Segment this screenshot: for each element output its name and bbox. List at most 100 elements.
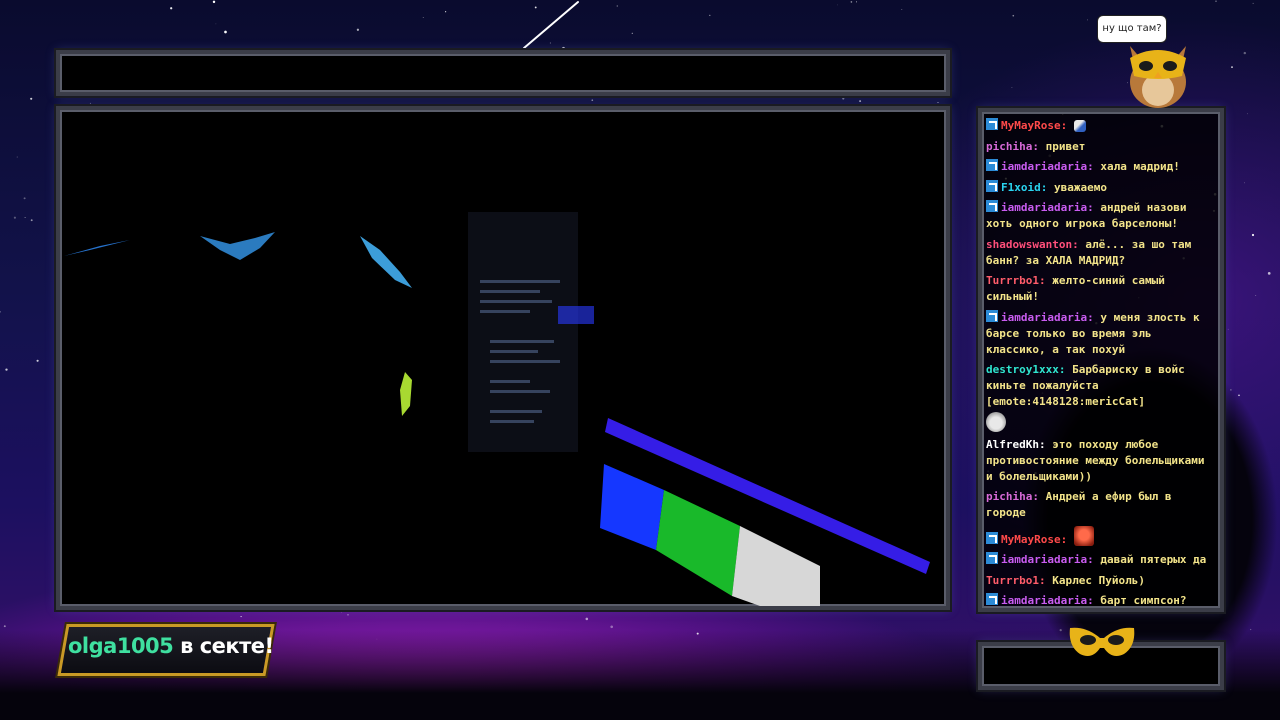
star (24, 217, 26, 219)
chat-username[interactable]: iamdariadaria (1001, 594, 1087, 607)
chat-username[interactable]: iamdariadaria (1001, 201, 1087, 214)
gold-mask-logo-icon (1069, 627, 1135, 656)
star (837, 4, 839, 6)
chat-username[interactable]: F1xoid (1001, 181, 1041, 194)
star (901, 8, 903, 10)
chat-separator: : (1040, 180, 1054, 194)
chat-message: pichiha: Андрей а ефир был в городе (986, 489, 1216, 521)
chat-text: давай пятерых да (1100, 553, 1207, 566)
chat-separator: : (1032, 139, 1046, 153)
chat-message: iamdariadaria: у меня злость к барсе тол… (986, 309, 1216, 358)
chat-message: iamdariadaria: барт симпсон? (986, 593, 1216, 608)
star (591, 99, 594, 102)
chat-username[interactable]: destroy1xxx (986, 363, 1059, 376)
chat-separator: : (1087, 201, 1101, 214)
chat-separator: : (1087, 594, 1101, 607)
chat-username[interactable]: AlfredKh (986, 438, 1039, 451)
chat-username[interactable]: shadowswanton (986, 238, 1072, 251)
chat-username[interactable]: pichiha (986, 490, 1032, 503)
star (30, 97, 33, 100)
chat-separator: : (1087, 310, 1101, 324)
subscriber-badge-icon (986, 309, 998, 322)
star (341, 611, 342, 613)
follower-name: olga1005 (68, 634, 174, 658)
chat-message: shadowswanton: алё... за шо там банн? за… (986, 237, 1216, 269)
chat-separator: : (1060, 532, 1074, 546)
video-scene (64, 212, 930, 606)
star (1243, 51, 1247, 55)
star (0, 311, 1, 313)
star (1215, 0, 1217, 2)
chat-separator: : (1087, 553, 1101, 566)
cat-emote (986, 412, 1006, 432)
chat-username[interactable]: iamdariadaria (1001, 311, 1087, 324)
star (616, 5, 618, 7)
star (224, 30, 227, 34)
chat-username[interactable]: pichiha (986, 140, 1032, 153)
star (13, 216, 16, 219)
chat-message: destroy1xxx: Барбариску в войс киньте по… (986, 362, 1216, 432)
pencil-emote (1073, 120, 1086, 132)
chat-separator: : (1058, 363, 1073, 376)
star (1247, 113, 1248, 115)
star (356, 28, 360, 31)
chat-message: Turrrbo1: Карлес Пуйоль) (986, 573, 1216, 589)
star (1252, 2, 1254, 4)
star (937, 102, 939, 103)
star (5, 368, 8, 371)
chat-text: привет (1045, 139, 1086, 153)
subscriber-badge-icon (986, 531, 998, 544)
chat-message: MyMayRose: (986, 525, 1216, 548)
star (859, 100, 862, 103)
star (855, 1, 858, 3)
star (36, 359, 39, 362)
star (610, 625, 614, 629)
star (1087, 19, 1088, 21)
chat-username[interactable]: Turrrbo1 (986, 574, 1039, 587)
chat-separator: : (1038, 573, 1053, 587)
star (585, 617, 589, 621)
chat-text: уважаемо (1054, 180, 1107, 194)
star (1244, 182, 1246, 184)
follower-alert-text: olga1005 в секте! (68, 634, 274, 658)
chat-separator: : (1038, 274, 1053, 287)
star (445, 11, 447, 13)
meteor-streak (523, 1, 579, 49)
star (16, 156, 18, 158)
chat-username[interactable]: iamdariadaria (1001, 553, 1087, 566)
star (842, 97, 845, 100)
chat-username[interactable]: Turrrbo1 (986, 274, 1039, 287)
chat-separator: : (1032, 490, 1046, 503)
star (1011, 87, 1013, 88)
subscriber-badge-icon (986, 200, 998, 212)
chat-username[interactable]: MyMayRose (1001, 533, 1061, 546)
chat-separator: : (1072, 237, 1086, 251)
chat-username[interactable]: iamdariadaria (1001, 160, 1087, 173)
subscriber-badge-icon (986, 593, 998, 605)
subscriber-badge-icon (986, 552, 998, 564)
chat-separator: : (1060, 119, 1074, 132)
chat-message: pichiha: привет (986, 139, 1216, 155)
chat-separator: : (1038, 437, 1053, 451)
star (1231, 66, 1233, 68)
star (240, 616, 242, 618)
star (23, 197, 26, 200)
stream-title-bar (54, 48, 952, 98)
star (347, 614, 349, 616)
chat-text: Карлес Пуйоль) (1052, 573, 1145, 587)
subscriber-badge-icon (986, 179, 998, 192)
star (3, 625, 6, 628)
chat-message: iamdariadaria: хала мадрид! (986, 159, 1216, 175)
star (709, 14, 711, 17)
chat-message: Turrrbo1: желто-синий самый сильный! (986, 273, 1216, 305)
chat-message: F1xoid: уважаемо (986, 179, 1216, 196)
face-emote (1073, 525, 1094, 546)
subscriber-badge-icon (986, 159, 998, 171)
chat-username[interactable]: MyMayRose (1001, 119, 1061, 132)
star (1012, 14, 1015, 17)
star (422, 17, 424, 18)
stream-video (54, 104, 952, 612)
follower-suffix: в секте! (173, 634, 274, 658)
chat-message: MyMayRose: (986, 118, 1216, 134)
chat-message: iamdariadaria: андрей назови хоть одного… (986, 200, 1216, 232)
